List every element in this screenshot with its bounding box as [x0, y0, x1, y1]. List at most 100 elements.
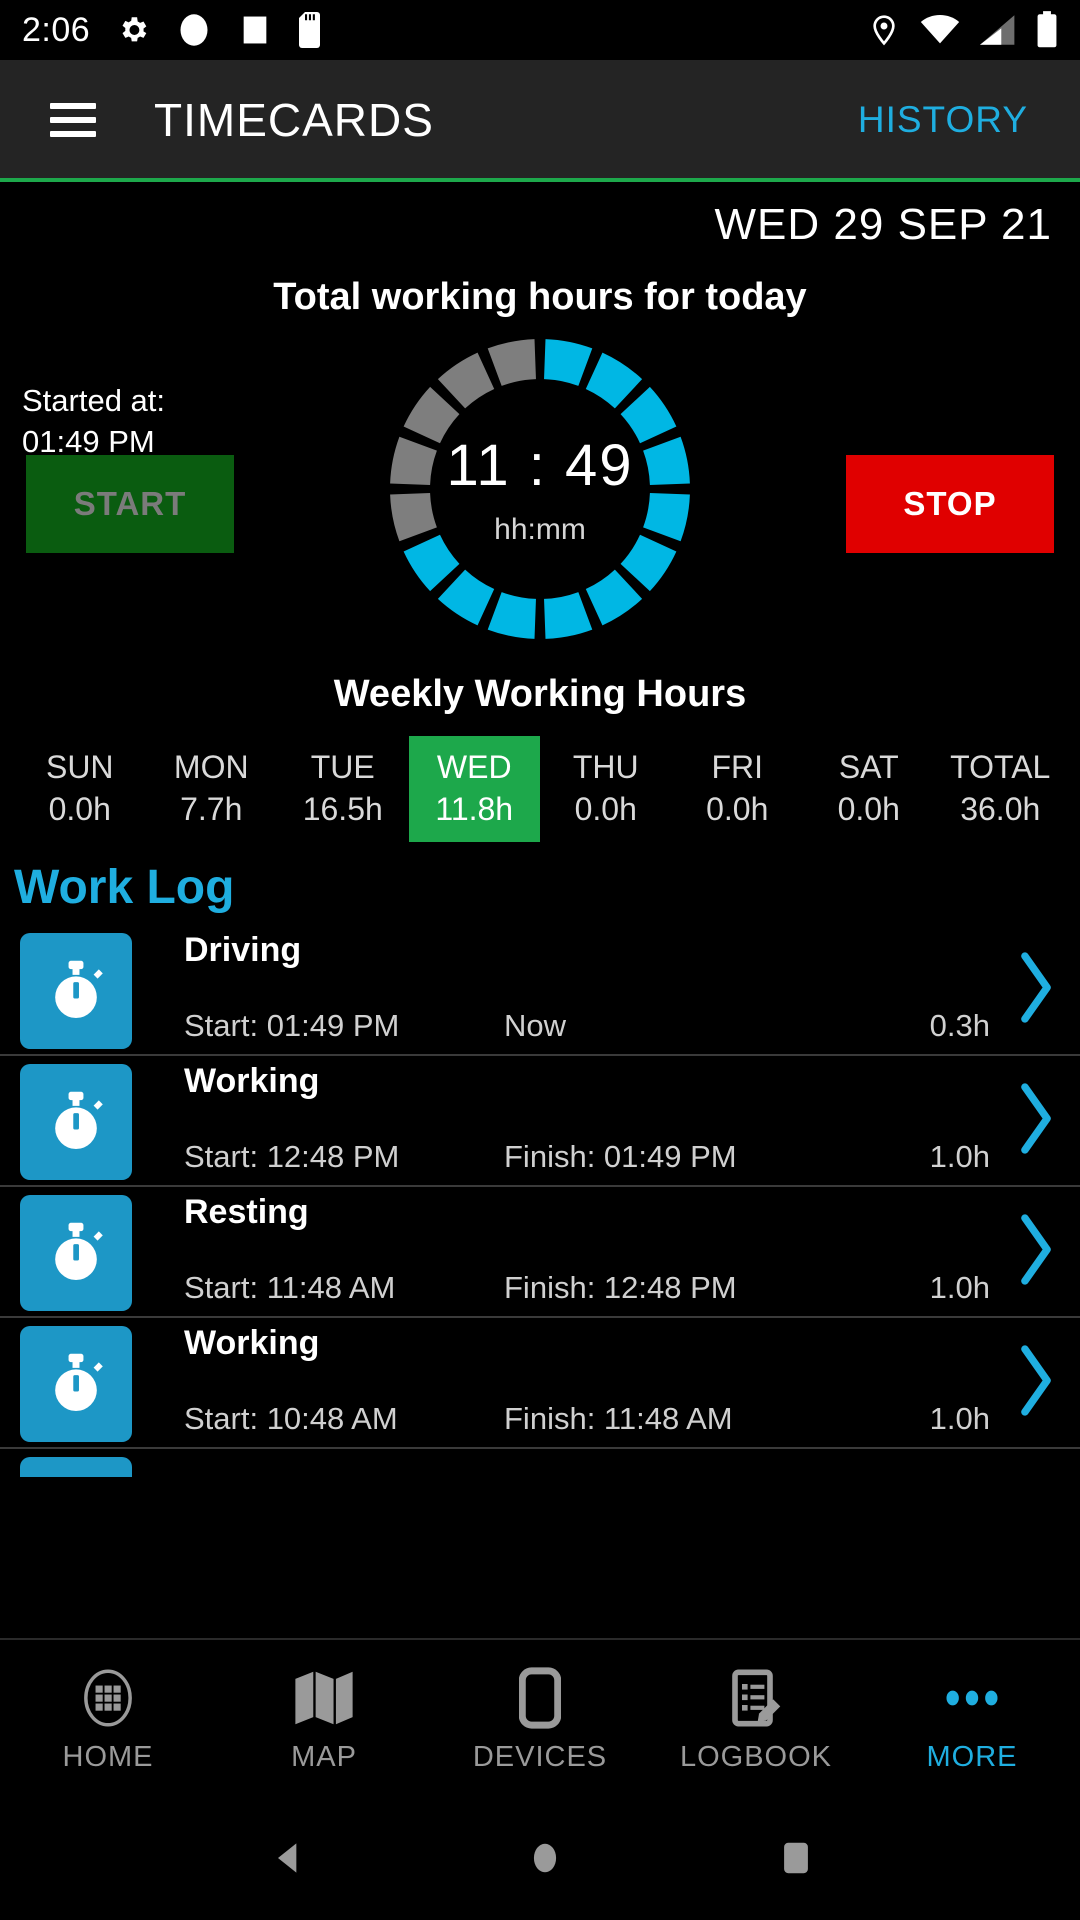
chevron-right-icon[interactable] [1016, 1081, 1056, 1160]
weekly-day-cell-fri[interactable]: FRI 0.0h [672, 736, 804, 842]
started-at-block: Started at: 01:49 PM [22, 385, 165, 457]
worklog-finish-time: Finish: 01:49 PM [504, 1139, 737, 1175]
weekly-day-hours: 11.8h [435, 791, 514, 828]
page-title: TIMECARDS [154, 94, 434, 146]
worklog-row-partial[interactable] [0, 1449, 1080, 1478]
worklog-activity-title: Resting [184, 1193, 309, 1232]
weekly-day-label: SAT [838, 749, 899, 785]
map-icon [293, 1667, 355, 1729]
total-hours-title: Total working hours for today [273, 276, 807, 318]
square-icon [238, 13, 272, 47]
weekly-day-label: TOTAL [950, 749, 1051, 785]
worklog-heading: Work Log [14, 861, 235, 915]
status-bar-right [868, 11, 1058, 49]
grid-icon [80, 1667, 136, 1729]
worklog-activity-title: Driving [184, 931, 302, 970]
worklog-list: Driving Start: 01:49 PM Now 0.3h Working… [0, 925, 1080, 1478]
worklog-row-body: Driving Start: 01:49 PM Now 0.3h [184, 925, 1080, 1054]
worklog-start-time: Start: 01:49 PM [184, 1008, 400, 1044]
bottom-navigation: HOME MAP DEVICES LOGBOOK MORE [0, 1638, 1080, 1800]
worklog-finish-time: Now [504, 1008, 567, 1044]
status-bar-left: 2:06 [22, 11, 324, 50]
weekly-day-cell-sat[interactable]: SAT 0.0h [803, 736, 935, 842]
stopwatch-icon [20, 1457, 132, 1478]
wifi-icon [920, 14, 960, 46]
weekly-day-label: THU [572, 749, 639, 785]
stopwatch-icon [20, 1326, 132, 1443]
weekly-hours-row: SUN 0.0h MON 7.7h TUE 16.5h WED 11.8h THU 0.0h FRI… [0, 736, 1080, 843]
weekly-day-cell-mon[interactable]: MON 7.7h [146, 736, 278, 842]
weekly-day-hours: 0.0h [706, 791, 769, 828]
weekly-title: Weekly Working Hours [333, 673, 747, 715]
started-at-label: Started at: [22, 383, 166, 418]
battery-icon [1036, 11, 1058, 49]
chevron-right-icon[interactable] [1016, 1343, 1056, 1422]
nav-item-label: MAP [291, 1740, 357, 1773]
worklog-start-time: Start: 12:48 PM [184, 1139, 400, 1175]
gauge-unit-label: hh:mm [494, 512, 586, 546]
weekly-day-cell-thu[interactable]: THU 0.0h [540, 736, 672, 842]
chevron-right-icon[interactable] [1016, 1212, 1056, 1291]
stop-button[interactable]: STOP [846, 455, 1054, 553]
worklog-finish-time: Finish: 11:48 AM [504, 1401, 733, 1437]
weekly-day-cell-sun[interactable]: SUN 0.0h [14, 736, 146, 842]
location-icon [868, 12, 900, 48]
logbook-icon [728, 1667, 784, 1729]
stopwatch-icon [20, 1064, 132, 1181]
history-button[interactable]: HISTORY [858, 99, 1028, 141]
signal-icon [980, 14, 1016, 46]
home-icon[interactable] [526, 1836, 564, 1885]
start-button[interactable]: START [26, 455, 234, 553]
worklog-start-time: Start: 10:48 AM [184, 1401, 398, 1437]
nav-item-label: HOME [62, 1740, 154, 1773]
worklog-row[interactable]: Driving Start: 01:49 PM Now 0.3h [0, 925, 1080, 1057]
sdcard-icon [298, 12, 324, 48]
more-icon [943, 1667, 1001, 1729]
started-at-time: 01:49 PM [22, 424, 155, 459]
worklog-row-body: Working Start: 10:48 AM Finish: 11:48 AM… [184, 1318, 1080, 1447]
android-navigation-bar [0, 1800, 1080, 1920]
timer-gauge: 11 : 49 hh:mm [388, 337, 692, 641]
worklog-row-body: Resting Start: 11:48 AM Finish: 12:48 PM… [184, 1187, 1080, 1316]
nav-item-devices[interactable]: DEVICES [432, 1666, 648, 1774]
nav-item-label: MORE [926, 1740, 1018, 1773]
recents-icon[interactable] [779, 1836, 813, 1885]
worklog-row-meta: Start: 12:48 PM Finish: 01:49 PM 1.0h [184, 1139, 1080, 1175]
gauge-center: 11 : 49 hh:mm [388, 337, 692, 641]
worklog-row-meta: Start: 10:48 AM Finish: 11:48 AM 1.0h [184, 1401, 1080, 1437]
current-date: WED 29 SEP 21 [714, 200, 1052, 249]
worklog-activity-title: Working [184, 1062, 320, 1101]
worklog-activity-title: Working [184, 1324, 320, 1363]
status-bar: 2:06 [0, 0, 1080, 60]
worklog-row-body: Working Start: 12:48 PM Finish: 01:49 PM… [184, 1056, 1080, 1185]
nav-item-home[interactable]: HOME [0, 1667, 216, 1774]
worklog-start-time: Start: 11:48 AM [184, 1270, 396, 1306]
worklog-row[interactable]: Resting Start: 11:48 AM Finish: 12:48 PM… [0, 1187, 1080, 1319]
nav-item-more[interactable]: MORE [864, 1667, 1080, 1774]
weekly-day-hours: 0.0h [574, 791, 637, 828]
back-icon[interactable] [267, 1836, 311, 1885]
weekly-day-label: WED [436, 749, 512, 785]
gear-icon [116, 13, 150, 47]
nav-item-map[interactable]: MAP [216, 1667, 432, 1774]
weekly-day-cell-tue[interactable]: TUE 16.5h [277, 736, 409, 842]
weekly-day-label: MON [173, 749, 249, 785]
worklog-row-meta: Start: 11:48 AM Finish: 12:48 PM 1.0h [184, 1270, 1080, 1306]
weekly-day-cell-total[interactable]: TOTAL 36.0h [935, 736, 1067, 842]
chevron-right-icon[interactable] [1016, 950, 1056, 1029]
weekly-day-label: SUN [45, 749, 114, 785]
nav-item-label: LOGBOOK [679, 1740, 833, 1773]
weekly-day-hours: 16.5h [302, 791, 383, 828]
weekly-day-hours: 0.0h [837, 791, 900, 828]
app-screen: 2:06 TIMECARDS HISTORY WED 29 SEP 21 Tot… [0, 0, 1080, 1920]
worklog-row[interactable]: Working Start: 12:48 PM Finish: 01:49 PM… [0, 1056, 1080, 1188]
app-bar: TIMECARDS HISTORY [0, 60, 1080, 180]
weekly-day-hours: 36.0h [960, 791, 1041, 828]
worklog-row-meta: Start: 01:49 PM Now 0.3h [184, 1008, 1080, 1044]
nav-item-logbook[interactable]: LOGBOOK [648, 1667, 864, 1774]
weekly-day-cell-wed[interactable]: WED 11.8h [408, 736, 540, 843]
weekly-day-hours: 0.0h [48, 791, 111, 828]
worklog-finish-time: Finish: 12:48 PM [504, 1270, 737, 1306]
hamburger-icon[interactable] [50, 103, 96, 137]
worklog-row[interactable]: Working Start: 10:48 AM Finish: 11:48 AM… [0, 1318, 1080, 1450]
